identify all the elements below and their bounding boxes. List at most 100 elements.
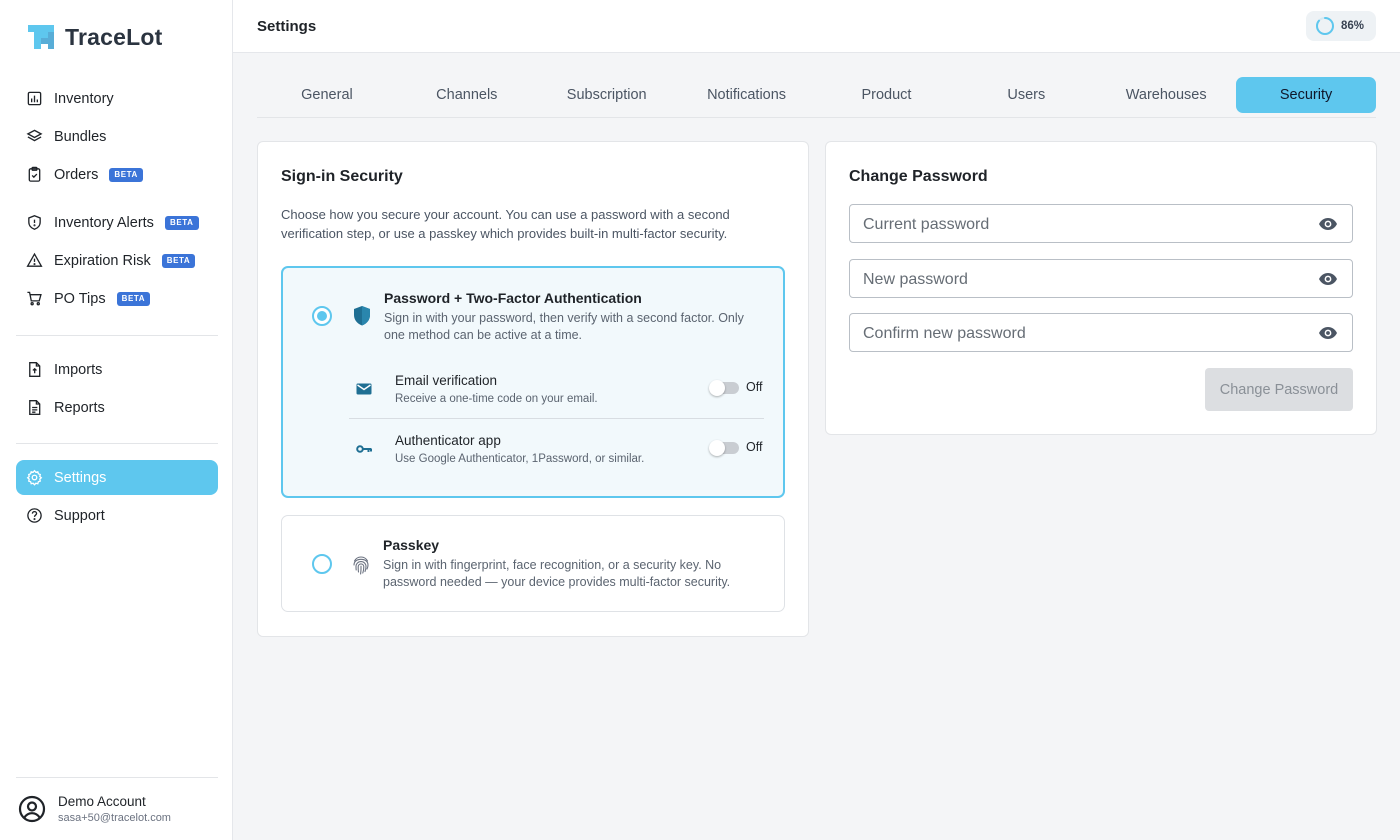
page-title: Settings <box>257 18 317 35</box>
method-divider <box>349 418 764 419</box>
option-password-2fa[interactable]: Password + Two-Factor Authentication Sig… <box>281 266 785 498</box>
card-title: Sign-in Security <box>281 168 403 185</box>
file-import-icon <box>29 362 41 377</box>
toggle-state-label: Off <box>746 380 763 394</box>
nav-group-insights: Inventory Alerts BETA Expiration Risk BE… <box>16 205 218 319</box>
sidebar-item-inventory[interactable]: Inventory <box>16 81 218 116</box>
clipboard-icon <box>28 166 41 182</box>
method-description: Receive a one-time code on your email. <box>395 393 598 405</box>
option-passkey[interactable]: Passkey Sign in with fingerprint, face r… <box>281 515 785 612</box>
change-password-button[interactable]: Change Password <box>1205 368 1353 411</box>
shield-icon <box>354 306 370 326</box>
sidebar-item-label: Expiration Risk <box>54 252 151 269</box>
progress-ring-icon <box>1316 17 1334 35</box>
sidebar-item-label: PO Tips <box>54 290 106 307</box>
cart-icon <box>27 291 42 306</box>
sidebar-item-inventory-alerts[interactable]: Inventory Alerts BETA <box>16 205 218 240</box>
brand-name: TraceLot <box>65 23 163 50</box>
account-name: Demo Account <box>58 794 146 809</box>
signin-security-card: Sign-in Security Choose how you secure y… <box>257 141 809 637</box>
settings-tabs: General Channels Subscription Notificati… <box>257 77 1376 118</box>
layers-icon <box>26 129 43 142</box>
option-description: Sign in with fingerprint, face recogniti… <box>383 558 731 589</box>
key-icon <box>356 445 372 453</box>
sidebar-item-orders[interactable]: Orders BETA <box>16 157 218 192</box>
radio-password-2fa[interactable] <box>312 306 332 326</box>
sidebar-item-reports[interactable]: Reports <box>16 390 218 425</box>
account-email: sasa+50@tracelot.com <box>58 812 171 824</box>
tracelot-logo-icon <box>28 25 54 49</box>
radio-passkey[interactable] <box>312 554 332 574</box>
sidebar-item-label: Settings <box>54 469 107 486</box>
sidebar-item-label: Reports <box>54 399 105 416</box>
gear-icon <box>26 469 43 486</box>
show-password-icon[interactable] <box>1318 216 1338 232</box>
sidebar-item-label: Support <box>54 507 105 524</box>
card-description: Choose how you secure your account. You … <box>281 207 730 241</box>
sidebar-item-label: Bundles <box>54 128 107 145</box>
help-icon <box>27 508 42 523</box>
toggle-state-label: Off <box>746 440 763 454</box>
nav-group-main: Inventory Bundles Orders BETA <box>16 81 218 195</box>
tab-notifications[interactable]: Notifications <box>677 77 817 113</box>
tab-product[interactable]: Product <box>817 77 957 113</box>
current-password-placeholder: Current password <box>863 216 990 233</box>
sidebar-item-label: Inventory <box>54 90 114 107</box>
new-password-placeholder: New password <box>863 271 968 288</box>
sidebar-item-support[interactable]: Support <box>16 498 218 533</box>
method-email-verification: Email verification Receive a one-time co… <box>349 370 764 428</box>
sidebar-item-po-tips[interactable]: PO Tips BETA <box>16 281 218 316</box>
sidebar: TraceLot Inventory Bundles Orders BETA I… <box>0 0 233 840</box>
progress-label: 86% <box>1341 20 1365 32</box>
email-verification-toggle[interactable] <box>709 380 739 396</box>
card-title: Change Password <box>849 168 988 185</box>
sidebar-item-settings[interactable]: Settings <box>16 460 218 495</box>
option-description: Sign in with your password, then verify … <box>384 311 744 342</box>
new-password-field[interactable]: New password <box>849 259 1353 298</box>
warning-icon <box>26 252 43 267</box>
sidebar-divider <box>16 335 218 336</box>
beta-badge: BETA <box>116 291 151 306</box>
setup-progress-indicator[interactable]: 86% <box>1306 11 1376 41</box>
sidebar-item-expiration-risk[interactable]: Expiration Risk BETA <box>16 243 218 278</box>
tab-users[interactable]: Users <box>956 77 1096 113</box>
sidebar-item-label: Inventory Alerts <box>54 214 154 231</box>
inventory-icon <box>27 91 42 106</box>
method-description: Use Google Authenticator, 1Password, or … <box>395 453 645 465</box>
mail-icon <box>356 383 372 395</box>
show-password-icon[interactable] <box>1318 325 1338 341</box>
beta-badge: BETA <box>109 167 143 182</box>
avatar-icon <box>18 795 46 823</box>
method-title: Email verification <box>395 373 498 388</box>
tab-channels[interactable]: Channels <box>397 77 537 113</box>
nav-group-settings: Settings Support <box>16 460 218 536</box>
shield-alert-icon <box>28 214 41 231</box>
change-password-card: Change Password Current password New pas… <box>825 141 1377 435</box>
confirm-password-field[interactable]: Confirm new password <box>849 313 1353 352</box>
sidebar-item-bundles[interactable]: Bundles <box>16 119 218 154</box>
sidebar-item-label: Imports <box>54 361 103 378</box>
method-title: Authenticator app <box>395 433 501 448</box>
account-panel[interactable]: Demo Account sasa+50@tracelot.com <box>16 777 218 840</box>
sidebar-divider <box>16 443 218 444</box>
option-title: Password + Two-Factor Authentication <box>384 290 642 306</box>
confirm-password-placeholder: Confirm new password <box>863 325 1026 342</box>
current-password-field[interactable]: Current password <box>849 204 1353 243</box>
tab-warehouses[interactable]: Warehouses <box>1096 77 1236 113</box>
tab-security[interactable]: Security <box>1236 77 1376 113</box>
authenticator-app-toggle[interactable] <box>709 440 739 456</box>
sidebar-item-imports[interactable]: Imports <box>16 352 218 387</box>
tab-subscription[interactable]: Subscription <box>537 77 677 113</box>
option-title: Passkey <box>383 537 440 553</box>
beta-badge: BETA <box>161 253 196 268</box>
method-authenticator-app: Authenticator app Use Google Authenticat… <box>349 430 764 488</box>
beta-badge: BETA <box>164 215 199 230</box>
file-report-icon <box>29 400 41 415</box>
fingerprint-icon <box>353 556 369 575</box>
nav-group-data: Imports Reports <box>16 352 218 428</box>
tab-general[interactable]: General <box>257 77 397 113</box>
show-password-icon[interactable] <box>1318 271 1338 287</box>
brand[interactable]: TraceLot <box>26 22 162 52</box>
sidebar-item-label: Orders <box>54 166 99 183</box>
top-bar: Settings 86% <box>233 0 1400 53</box>
